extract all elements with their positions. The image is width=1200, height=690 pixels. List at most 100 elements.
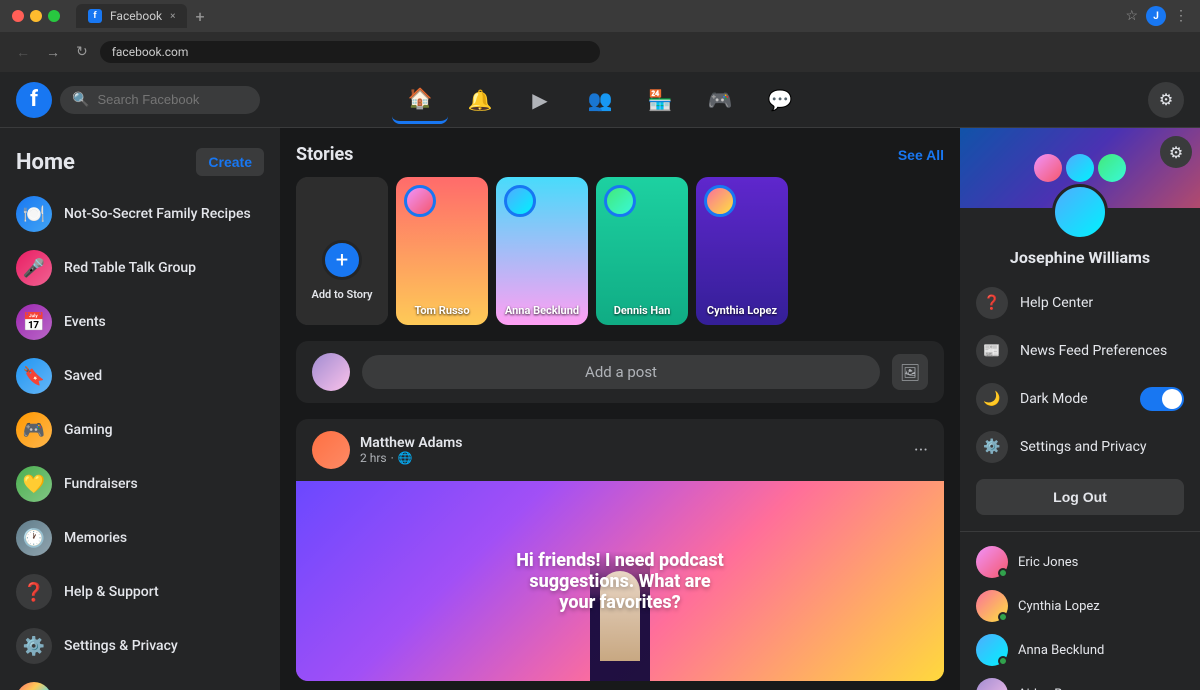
menu-item-dark-mode[interactable]: 🌙 Dark Mode [960,375,1200,423]
menu-label-help-center: Help Center [1020,295,1093,311]
dark-mode-toggle[interactable] [1140,387,1184,411]
menu-item-settings-privacy[interactable]: ⚙️ Settings and Privacy [960,423,1200,471]
address-bar[interactable]: facebook.com [100,41,600,63]
nav-marketplace[interactable]: 🏪 [632,76,688,124]
address-text: facebook.com [112,45,189,59]
menu-label-news-feed: News Feed Preferences [1020,343,1167,359]
fundraisers-icon: 💛 [16,466,52,502]
nav-watch[interactable]: ▶ [512,76,568,124]
dark-mode-icon: 🌙 [976,383,1008,415]
story-card-anna-becklund[interactable]: Anna Becklund [496,177,588,325]
contacts-divider [960,531,1200,532]
contact-eric-jones[interactable]: Eric Jones [960,540,1200,584]
sidebar-label-gaming: Gaming [64,422,113,438]
post-author-avatar [312,431,350,469]
contact-anna-becklund[interactable]: Anna Becklund [960,628,1200,672]
post-header: Matthew Adams 2 hrs · 🌐 ··· [296,419,944,481]
nav-notifications[interactable]: 🔔 [452,76,508,124]
memories-icon: 🕐 [16,520,52,556]
story-name-3: Dennis Han [600,304,684,317]
sidebar-item-memories[interactable]: 🕐 Memories [8,512,272,564]
add-post-input[interactable]: Add a post [362,355,880,389]
right-panel: ⚙ Josephine Williams ❓ Help Center 📰 New… [960,128,1200,690]
help-icon: ❓ [16,574,52,610]
contact-avatar-eric [976,546,1008,578]
main-content: Home Create 🍽️ Not-So-Secret Family Reci… [0,128,1200,690]
bookmark-icon[interactable]: ☆ [1125,8,1138,24]
post-more-button[interactable]: ··· [914,440,928,461]
sidebar-label-settings: Settings & Privacy [64,638,178,654]
new-tab-button[interactable]: + [195,7,204,26]
sidebar-item-settings[interactable]: ⚙️ Settings & Privacy [8,620,272,672]
post-card: Matthew Adams 2 hrs · 🌐 ··· Hi friends [296,419,944,681]
sidebar-item-saved[interactable]: 🔖 Saved [8,350,272,402]
contact-cynthia-lopez[interactable]: Cynthia Lopez [960,584,1200,628]
nav-groups[interactable]: 👥 [572,76,628,124]
sidebar-item-gaming[interactable]: 🎮 Gaming [8,404,272,456]
menu-item-help-center[interactable]: ❓ Help Center [960,279,1200,327]
contact-name-eric: Eric Jones [1018,555,1078,570]
facebook-app: f 🔍 🏠 🔔 ▶ 👥 🏪 🎮 💬 ⚙ Home Create 🍽️ [0,72,1200,690]
search-icon: 🔍 [72,92,89,108]
sidebar-item-see-more[interactable]: 🌐 See More ▾ [8,674,272,690]
post-author-info: Matthew Adams 2 hrs · 🌐 [360,435,904,465]
nav-gaming[interactable]: 🎮 [692,76,748,124]
contact-avatar-cynthia [976,590,1008,622]
story-avatar-2 [504,185,536,217]
contact-aiden-brown[interactable]: Aiden Brown [960,672,1200,690]
sidebar-item-family-recipes[interactable]: 🍽️ Not-So-Secret Family Recipes [8,188,272,240]
nav-messenger[interactable]: 💬 [752,76,808,124]
story-card-cynthia-lopez[interactable]: Cynthia Lopez [696,177,788,325]
story-name-2: Anna Becklund [500,304,584,317]
browser-chrome: f Facebook × + ☆ J ⋮ ← → ↻ facebook.com [0,0,1200,72]
browser-user-avatar[interactable]: J [1146,6,1166,26]
story-card-tom-russo[interactable]: Tom Russo [396,177,488,325]
create-button[interactable]: Create [196,148,264,176]
sidebar-item-red-table[interactable]: 🎤 Red Table Talk Group [8,242,272,294]
browser-tab[interactable]: f Facebook × [76,4,187,28]
top-navigation: f 🔍 🏠 🔔 ▶ 👥 🏪 🎮 💬 ⚙ [0,72,1200,128]
sidebar-item-events[interactable]: 📅 Events [8,296,272,348]
news-feed-icon: 📰 [976,335,1008,367]
back-button[interactable]: ← [12,42,34,63]
sidebar-label-fundraisers: Fundraisers [64,476,138,492]
profile-avatar-container [960,184,1200,240]
add-photo-button[interactable]: 🖼 [892,354,928,390]
browser-toolbar: ← → ↻ facebook.com [0,32,1200,72]
stories-section: Stories See All + Add to Story [296,144,944,325]
sidebar-item-fundraisers[interactable]: 💛 Fundraisers [8,458,272,510]
menu-item-news-feed[interactable]: 📰 News Feed Preferences [960,327,1200,375]
contact-name-cynthia: Cynthia Lopez [1018,599,1100,614]
close-window-button[interactable] [12,10,24,22]
post-meta: 2 hrs · 🌐 [360,451,904,465]
profile-settings-button[interactable]: ⚙ [1160,136,1192,168]
menu-label-settings-privacy: Settings and Privacy [1020,439,1147,455]
story-card-dennis-han[interactable]: Dennis Han [596,177,688,325]
settings-button[interactable]: ⚙ [1148,82,1184,118]
tab-bar: f Facebook × + [76,4,1125,28]
sidebar-label-red-table: Red Table Talk Group [64,260,196,276]
post-image: Hi friends! I need podcast suggestions. … [296,481,944,681]
sidebar-item-help[interactable]: ❓ Help & Support [8,566,272,618]
browser-titlebar: f Facebook × + ☆ J ⋮ [0,0,1200,32]
search-input[interactable] [97,92,237,107]
maximize-window-button[interactable] [48,10,60,22]
stories-grid: + Add to Story Tom Russo Anna B [296,177,944,325]
toggle-thumb [1162,389,1182,409]
minimize-window-button[interactable] [30,10,42,22]
see-all-button[interactable]: See All [898,147,944,163]
tab-close-button[interactable]: × [170,11,175,22]
tab-title: Facebook [110,9,162,23]
logout-button[interactable]: Log Out [976,479,1184,515]
story-avatar-4 [704,185,736,217]
add-story-label: Add to Story [312,288,373,301]
facebook-logo[interactable]: f [16,82,52,118]
see-more-icon: 🌐 [16,682,52,690]
forward-button[interactable]: → [42,42,64,63]
search-bar[interactable]: 🔍 [60,86,260,114]
add-story-card[interactable]: + Add to Story [296,177,388,325]
browser-menu-icon[interactable]: ⋮ [1174,8,1188,24]
nav-home[interactable]: 🏠 [392,76,448,124]
profile-section: ⚙ Josephine Williams [960,128,1200,271]
reload-button[interactable]: ↻ [72,42,92,62]
